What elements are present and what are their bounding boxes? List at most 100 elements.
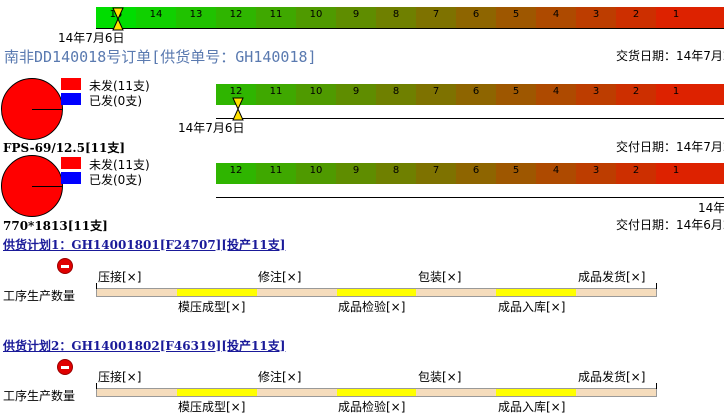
timeline-day-number: 2	[632, 9, 640, 20]
timeline-day-number: 8	[392, 9, 400, 20]
timeline-segment: 12	[216, 7, 256, 28]
timeline-day-number: 12	[229, 165, 243, 176]
plan-2-stage-pack: 包装[×]	[418, 370, 462, 384]
timeline-day-number: 1	[672, 9, 680, 20]
order-timeline: 151413121110987654321	[96, 7, 724, 28]
timeline-segment: 5	[496, 163, 536, 184]
timeline-day-number: 10	[309, 165, 323, 176]
product-2-pie	[1, 155, 63, 217]
plan-1-process-bar	[96, 288, 657, 297]
timeline-segment: 6	[456, 84, 496, 105]
timeline-day-number: 5	[512, 165, 520, 176]
timeline-day-number: 14	[149, 9, 163, 20]
stage-tick	[96, 383, 97, 389]
timeline-day-number: 5	[512, 9, 520, 20]
timeline-segment: 1	[656, 7, 696, 28]
timeline-baseline	[216, 197, 724, 198]
timeline-segment: 7	[416, 84, 456, 105]
unshipped-legend-swatch	[61, 157, 81, 169]
timeline-day-number: 6	[472, 9, 480, 20]
timeline-day-number: 3	[592, 9, 600, 20]
process-stage-segment	[176, 289, 257, 296]
process-stage-segment	[416, 389, 497, 396]
plan-2-stage-inspect: 成品检验[×]	[338, 400, 406, 414]
timeline-day-number: 7	[432, 9, 440, 20]
collapse-icon[interactable]	[57, 258, 73, 274]
timeline-segment: 4	[536, 163, 576, 184]
plan-1-stage-crimp: 压接[×]	[98, 270, 142, 284]
process-stage-segment	[256, 289, 337, 296]
timeline-day-number: 13	[189, 9, 203, 20]
plan-2-stage-mold: 模压成型[×]	[178, 400, 246, 414]
process-stage-segment	[336, 389, 417, 396]
product-1-delivery-date: 交付日期：14年7月2	[616, 140, 724, 154]
timeline-segment: 11	[256, 84, 296, 105]
plan-1-stage-store: 成品入库[×]	[498, 300, 566, 314]
timeline-day-number: 2	[632, 165, 640, 176]
process-stage-segment	[176, 389, 257, 396]
timeline-day-number: 9	[352, 165, 360, 176]
product-1-pie	[1, 78, 63, 140]
timeline-day-number: 8	[392, 86, 400, 97]
timeline-segment: 5	[496, 7, 536, 28]
timeline-segment: 10	[296, 163, 336, 184]
timeline-day-number: 11	[269, 9, 283, 20]
shipped-legend-swatch	[61, 93, 81, 105]
timeline-segment: 8	[376, 7, 416, 28]
timeline-segment: 7	[416, 7, 456, 28]
process-stage-segment	[576, 389, 657, 396]
plan-1-stage-ship: 成品发货[×]	[578, 270, 646, 284]
timeline-segment: 12	[216, 163, 256, 184]
plan-1-stage-pack: 包装[×]	[418, 270, 462, 284]
timeline-day-number: 10	[309, 9, 323, 20]
timeline-day-number: 5	[512, 86, 520, 97]
stage-tick	[656, 283, 657, 289]
timeline-segment	[696, 7, 724, 28]
plan-2-row-label: 工序生产数量	[3, 389, 76, 403]
timeline-segment: 9	[336, 84, 376, 105]
unshipped-legend-swatch	[61, 78, 81, 90]
product-1-shipped: 已发(0支)	[89, 94, 142, 108]
plan-2-stage-ship: 成品发货[×]	[578, 370, 646, 384]
timeline-segment: 4	[536, 84, 576, 105]
process-stage-segment	[256, 389, 337, 396]
plan-1-stage-trim: 修注[×]	[258, 270, 302, 284]
product-2-shipped: 已发(0支)	[89, 173, 142, 187]
timeline-segment: 3	[576, 7, 616, 28]
hourglass-icon	[232, 97, 244, 121]
timeline-segment: 14	[136, 7, 176, 28]
plan-2-stage-crimp: 压接[×]	[98, 370, 142, 384]
timeline-baseline	[216, 118, 724, 119]
timeline-segment: 3	[576, 163, 616, 184]
timeline-day-number: 9	[352, 86, 360, 97]
supply-plan-2-link[interactable]: 供货计划2：GH14001802[F46319][投产11支]	[3, 337, 285, 354]
timeline-segment: 13	[176, 7, 216, 28]
timeline-day-number: 3	[592, 165, 600, 176]
timeline-day-number: 8	[392, 165, 400, 176]
plan-1-stage-inspect: 成品检验[×]	[338, 300, 406, 314]
process-stage-segment	[496, 389, 577, 396]
product-2-delivery-date: 交付日期：14年6月2	[616, 218, 724, 232]
process-stage-segment	[97, 389, 177, 396]
product-1-name: FPS-69/12.5[11支]	[3, 141, 125, 155]
timeline-segment	[696, 84, 724, 105]
timeline-segment: 7	[416, 163, 456, 184]
timeline-segment: 10	[296, 7, 336, 28]
timeline-day-number: 6	[472, 165, 480, 176]
timeline-segment: 11	[256, 163, 296, 184]
order-delivery-date: 交货日期：14年7月2	[616, 49, 724, 63]
hourglass-icon	[112, 7, 124, 31]
plan-1-stage-mold: 模压成型[×]	[178, 300, 246, 314]
timeline-day-number: 7	[432, 86, 440, 97]
process-stage-segment	[576, 289, 657, 296]
timeline-segment: 2	[616, 84, 656, 105]
product-2-timeline: 12 11 10 9 8 7 6 5 4 3 2 1	[216, 163, 724, 184]
plan-1-row-label: 工序生产数量	[3, 289, 76, 303]
product-2-timeline-date: 14年	[698, 201, 724, 215]
timeline-segment	[696, 163, 724, 184]
collapse-icon[interactable]	[57, 359, 73, 375]
timeline-day-number: 10	[309, 86, 323, 97]
timeline-segment: 6	[456, 163, 496, 184]
supply-plan-1-link[interactable]: 供货计划1：GH14001801[F24707][投产11支]	[3, 236, 285, 253]
plan-2-stage-store: 成品入库[×]	[498, 400, 566, 414]
